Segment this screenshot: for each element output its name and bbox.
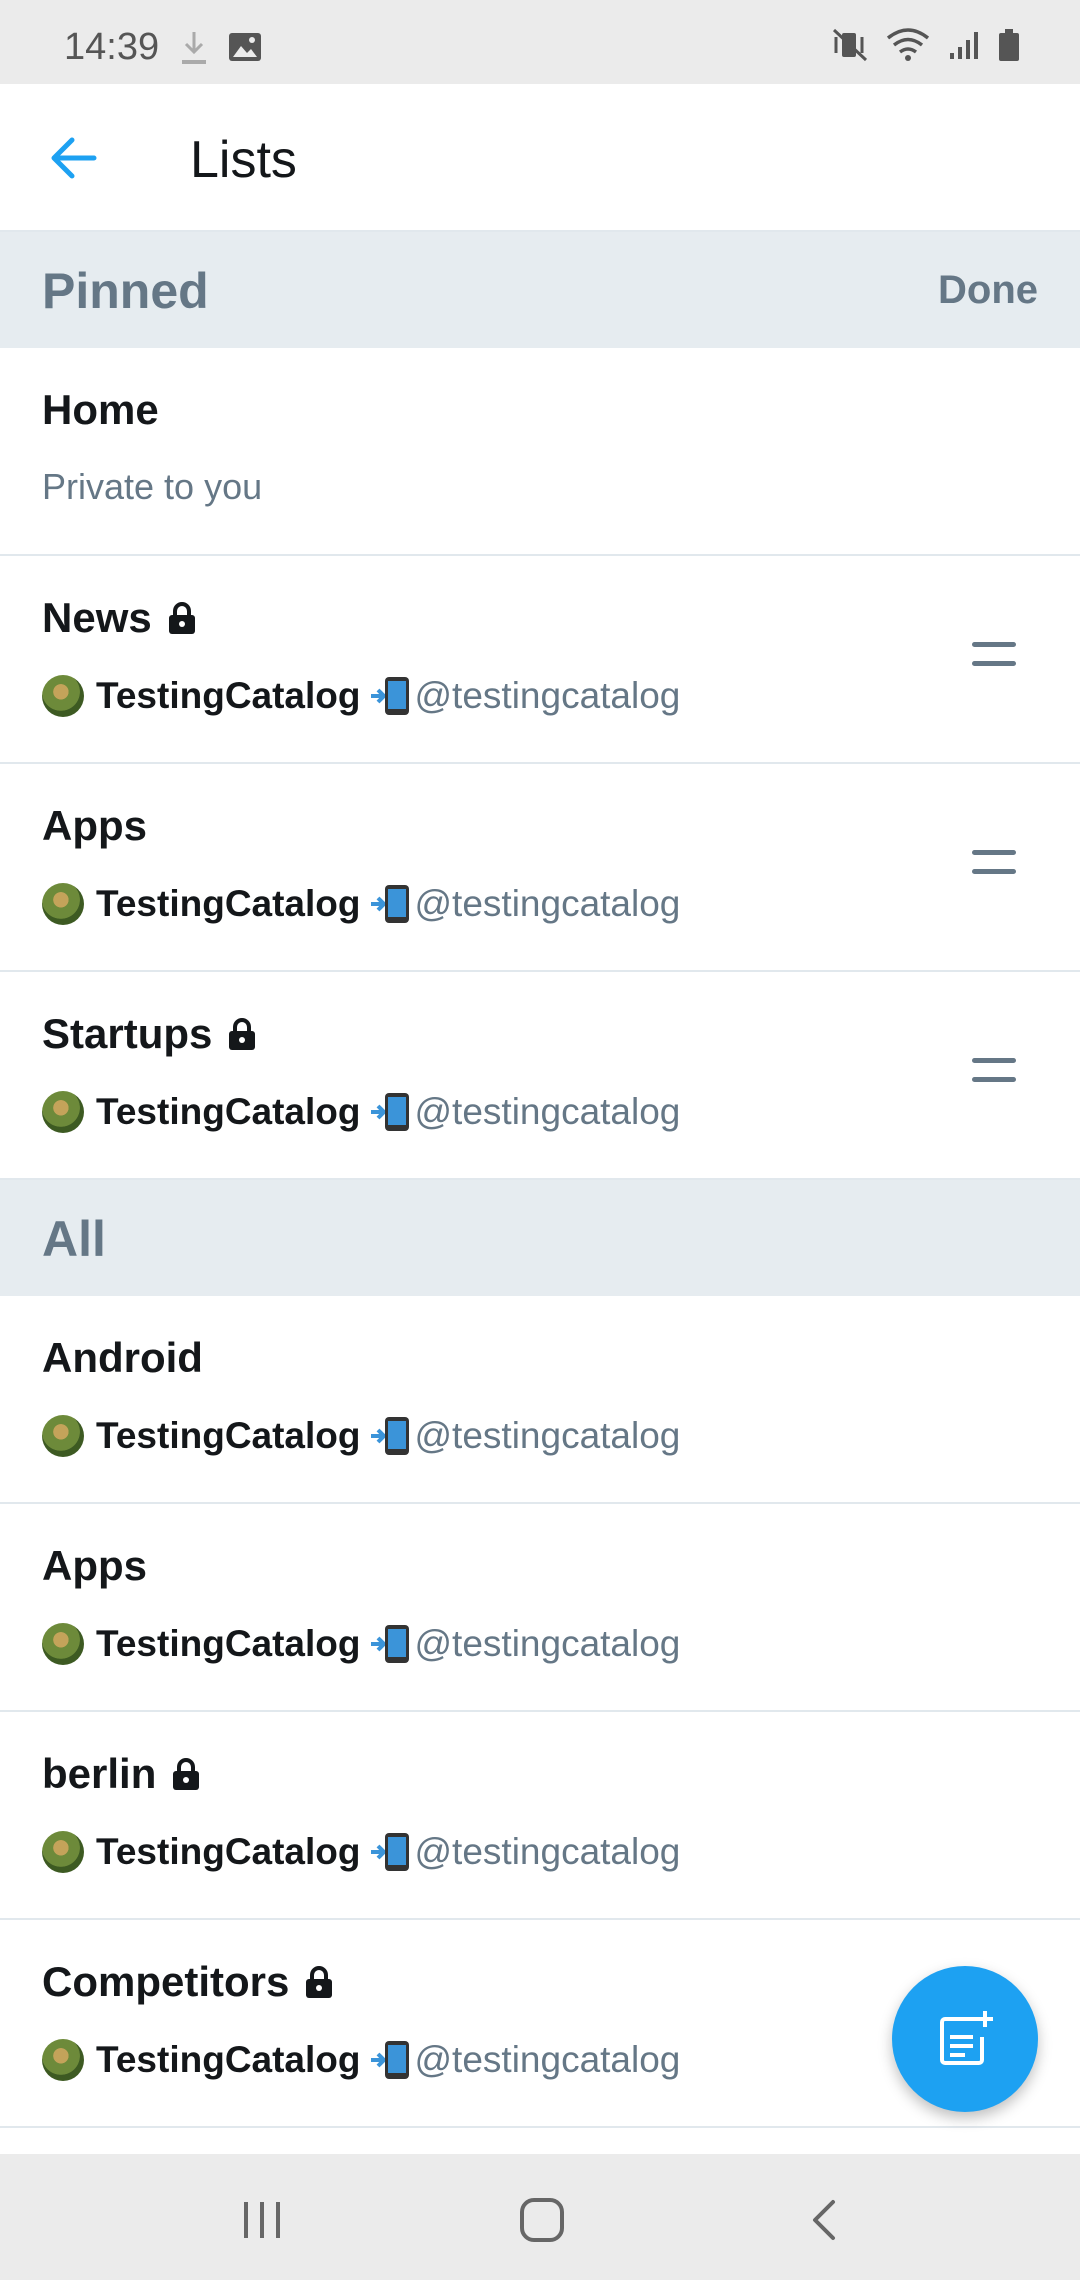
list-name: News — [42, 594, 152, 641]
phone-arrow-icon — [369, 676, 413, 716]
avatar — [42, 675, 84, 717]
phone-arrow-icon — [369, 1832, 413, 1872]
list-item-berlin[interactable]: berlin TestingCatalog @testingcatalog — [0, 1712, 1080, 1920]
owner-handle: @testingcatalog — [414, 2039, 681, 2080]
status-bar: 14:39 — [0, 0, 1080, 84]
list-owner: TestingCatalog @testingcatalog — [42, 1620, 680, 1668]
list-name: Apps — [42, 1542, 147, 1589]
list-name: Android — [42, 1334, 203, 1381]
page-title: Lists — [190, 131, 297, 189]
arrow-left-icon — [51, 137, 97, 179]
owner-handle: @testingcatalog — [414, 1091, 681, 1132]
list-name: Home — [42, 386, 159, 433]
all-section-header: All — [0, 1180, 1080, 1296]
new-list-icon — [940, 2011, 993, 2065]
owner-handle: @testingcatalog — [414, 1415, 681, 1456]
list-owner: TestingCatalog @testingcatalog — [42, 1828, 680, 1876]
system-nav-bar — [0, 2154, 1080, 2280]
owner-name: TestingCatalog — [96, 2039, 361, 2080]
create-list-button[interactable] — [892, 1966, 1038, 2112]
pinned-section-title: Pinned — [42, 263, 209, 319]
owner-name: TestingCatalog — [96, 883, 361, 924]
phone-arrow-icon — [369, 884, 413, 924]
nav-back-button[interactable] — [794, 2190, 854, 2250]
all-section-title: All — [42, 1211, 106, 1267]
signal-icon — [948, 29, 980, 66]
list-item-apps[interactable]: Apps TestingCatalog @testingcatalog — [0, 764, 1080, 972]
phone-arrow-icon — [369, 1092, 413, 1132]
done-button[interactable]: Done — [938, 268, 1038, 313]
owner-name: TestingCatalog — [96, 1831, 361, 1872]
owner-handle: @testingcatalog — [414, 1623, 681, 1664]
list-owner: TestingCatalog @testingcatalog — [42, 2036, 680, 2084]
pinned-section-header: Pinned Done — [0, 232, 1080, 348]
recents-button[interactable] — [232, 2190, 292, 2250]
list-subtitle: Private to you — [42, 466, 263, 507]
list-item-android[interactable]: Android TestingCatalog @testingcatalog — [0, 1296, 1080, 1504]
list-name: Startups — [42, 1010, 213, 1057]
owner-name: TestingCatalog — [96, 1091, 361, 1132]
list-item-home[interactable]: Home Private to you — [0, 348, 1080, 556]
status-icons — [832, 28, 1020, 67]
status-time: 14:39 — [64, 26, 160, 68]
list-owner: TestingCatalog @testingcatalog — [42, 672, 680, 720]
list-item-apps[interactable]: Apps TestingCatalog @testingcatalog — [0, 1504, 1080, 1712]
lock-icon — [168, 602, 195, 634]
list-owner: TestingCatalog @testingcatalog — [42, 1088, 680, 1136]
list-name: Competitors — [42, 1958, 290, 2005]
avatar — [42, 883, 84, 925]
back-button[interactable] — [40, 124, 108, 192]
back-icon — [813, 2200, 835, 2240]
drag-handle[interactable] — [972, 850, 1020, 886]
phone-arrow-icon — [369, 1416, 413, 1456]
vibrate-mute-icon — [832, 28, 868, 67]
owner-handle: @testingcatalog — [414, 675, 681, 716]
phone-arrow-icon — [369, 1624, 413, 1664]
list-name: Apps — [42, 802, 147, 849]
drag-handle[interactable] — [972, 642, 1020, 678]
list-name: berlin — [42, 1750, 157, 1797]
lock-icon — [229, 1018, 256, 1050]
lock-icon — [306, 1966, 333, 1998]
wifi-icon — [886, 28, 930, 67]
recents-icon — [244, 2202, 280, 2238]
avatar — [42, 1415, 84, 1457]
owner-handle: @testingcatalog — [414, 1831, 681, 1872]
owner-name: TestingCatalog — [96, 675, 361, 716]
avatar — [42, 2039, 84, 2081]
avatar — [42, 1091, 84, 1133]
list-owner: TestingCatalog @testingcatalog — [42, 1412, 680, 1460]
download-icon — [180, 30, 208, 71]
list-item-startups[interactable]: Startups TestingCatalog @testingcatalog — [0, 972, 1080, 1180]
image-icon — [228, 32, 262, 67]
list-item-news[interactable]: News TestingCatalog @testingcatalog — [0, 556, 1080, 764]
owner-handle: @testingcatalog — [414, 883, 681, 924]
avatar — [42, 1623, 84, 1665]
drag-handle[interactable] — [972, 1058, 1020, 1094]
phone-arrow-icon — [369, 2040, 413, 2080]
owner-name: TestingCatalog — [96, 1623, 361, 1664]
home-button[interactable] — [512, 2190, 572, 2250]
app-bar: Lists — [0, 84, 1080, 232]
list-owner: TestingCatalog @testingcatalog — [42, 880, 680, 928]
battery-icon — [998, 28, 1020, 67]
owner-name: TestingCatalog — [96, 1415, 361, 1456]
home-icon — [520, 2198, 564, 2242]
lock-icon — [173, 1758, 200, 1790]
avatar — [42, 1831, 84, 1873]
